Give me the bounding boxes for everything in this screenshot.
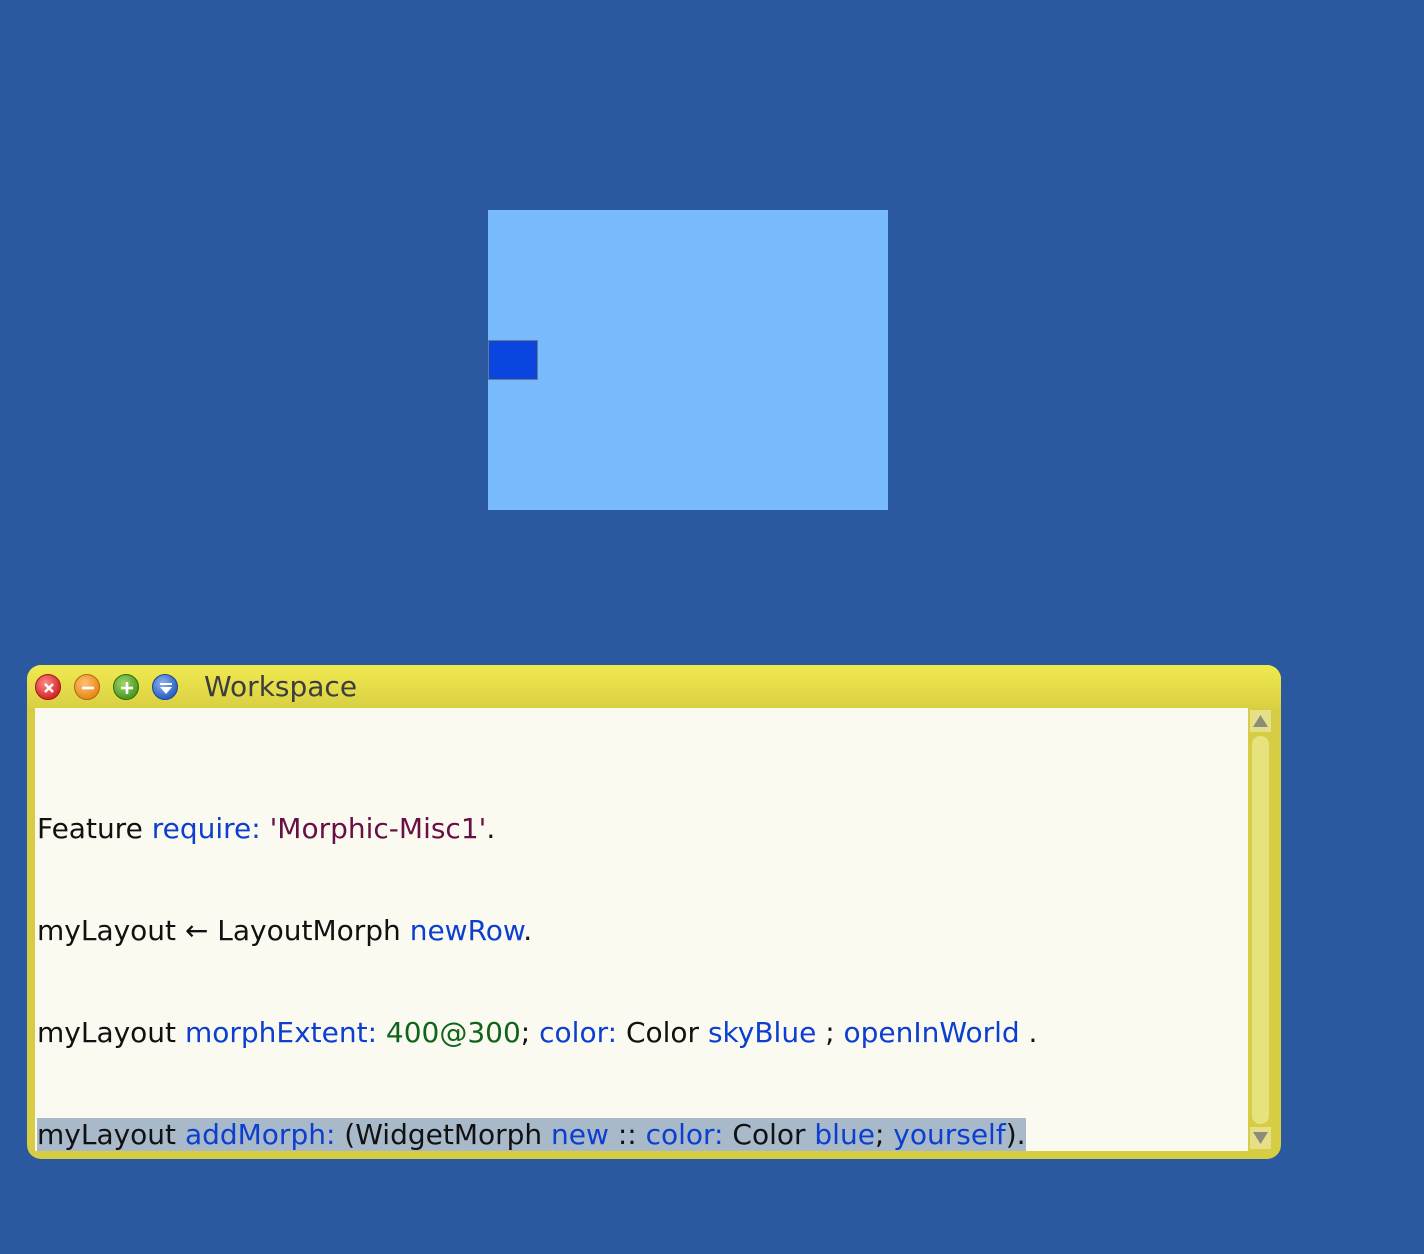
code-token: myLayout bbox=[37, 1118, 185, 1151]
expand-icon bbox=[121, 682, 133, 694]
code-token: ; bbox=[874, 1118, 894, 1151]
code-token: color: bbox=[539, 1016, 626, 1049]
workspace-window[interactable]: Workspace Feature require: 'Morphic-Misc… bbox=[27, 665, 1281, 1159]
code-token: myLayout ← LayoutMorph bbox=[37, 914, 410, 947]
code-token: skyBlue bbox=[707, 1016, 817, 1049]
scroll-up-button[interactable] bbox=[1250, 710, 1271, 732]
code-token: blue bbox=[814, 1118, 875, 1151]
scrollbar-track[interactable] bbox=[1252, 736, 1269, 1124]
code-token: . bbox=[523, 914, 533, 947]
code-token: ; bbox=[816, 1016, 844, 1049]
vertical-scrollbar[interactable] bbox=[1248, 708, 1273, 1151]
text-selection[interactable]: myLayout addMorph: (WidgetMorph new :: c… bbox=[37, 1118, 1026, 1151]
code-token: ). bbox=[1005, 1118, 1026, 1151]
code-line-3[interactable]: myLayout morphExtent: 400@300; color: Co… bbox=[37, 1016, 1037, 1050]
code-line-4-selected[interactable]: myLayout addMorph: (WidgetMorph new :: c… bbox=[37, 1118, 1037, 1152]
close-icon bbox=[44, 683, 54, 693]
code-token: :: bbox=[608, 1118, 646, 1151]
code-token: ; bbox=[520, 1016, 540, 1049]
code-line-2[interactable]: myLayout ← LayoutMorph newRow. bbox=[37, 914, 1037, 948]
scroll-down-button[interactable] bbox=[1250, 1127, 1271, 1149]
window-title: Workspace bbox=[204, 670, 358, 703]
down-arrow-icon bbox=[1253, 1132, 1268, 1144]
code-token: 400@300 bbox=[385, 1016, 521, 1049]
up-arrow-icon bbox=[1253, 715, 1268, 727]
code-token: addMorph: bbox=[184, 1118, 345, 1151]
code-token: . bbox=[486, 812, 496, 845]
world-desktop[interactable]: Workspace Feature require: 'Morphic-Misc… bbox=[0, 0, 1424, 1254]
code-token: Feature bbox=[37, 812, 152, 845]
code-text[interactable]: Feature require: 'Morphic-Misc1'. myLayo… bbox=[37, 744, 1037, 1220]
menu-icon bbox=[160, 683, 172, 694]
code-token: new bbox=[551, 1118, 609, 1151]
code-token: yourself bbox=[893, 1118, 1006, 1151]
widget-morph-blue[interactable] bbox=[488, 340, 538, 380]
close-button[interactable] bbox=[35, 674, 61, 700]
code-token: myLayout bbox=[37, 1016, 185, 1049]
code-token: Color bbox=[625, 1016, 708, 1049]
code-token: require: bbox=[151, 812, 270, 845]
code-token: color: bbox=[645, 1118, 733, 1151]
expand-button[interactable] bbox=[113, 674, 139, 700]
code-token: . bbox=[1019, 1016, 1038, 1049]
code-line-1[interactable]: Feature require: 'Morphic-Misc1'. bbox=[37, 812, 1037, 846]
code-token: (WidgetMorph bbox=[344, 1118, 552, 1151]
code-token: 'Morphic-Misc1' bbox=[269, 812, 487, 845]
scrollbar-thumb[interactable] bbox=[1252, 736, 1269, 1124]
code-editor-pane[interactable]: Feature require: 'Morphic-Misc1'. myLayo… bbox=[35, 708, 1248, 1151]
window-titlebar[interactable]: Workspace bbox=[27, 665, 1281, 708]
code-token: openInWorld bbox=[843, 1016, 1020, 1049]
window-menu-button[interactable] bbox=[152, 674, 178, 700]
layout-morph-skyblue[interactable] bbox=[488, 210, 888, 510]
code-token: newRow bbox=[409, 914, 524, 947]
minimize-icon bbox=[82, 686, 94, 690]
code-token: morphExtent: bbox=[184, 1016, 386, 1049]
collapse-button[interactable] bbox=[74, 674, 100, 700]
code-token: Color bbox=[732, 1118, 815, 1151]
